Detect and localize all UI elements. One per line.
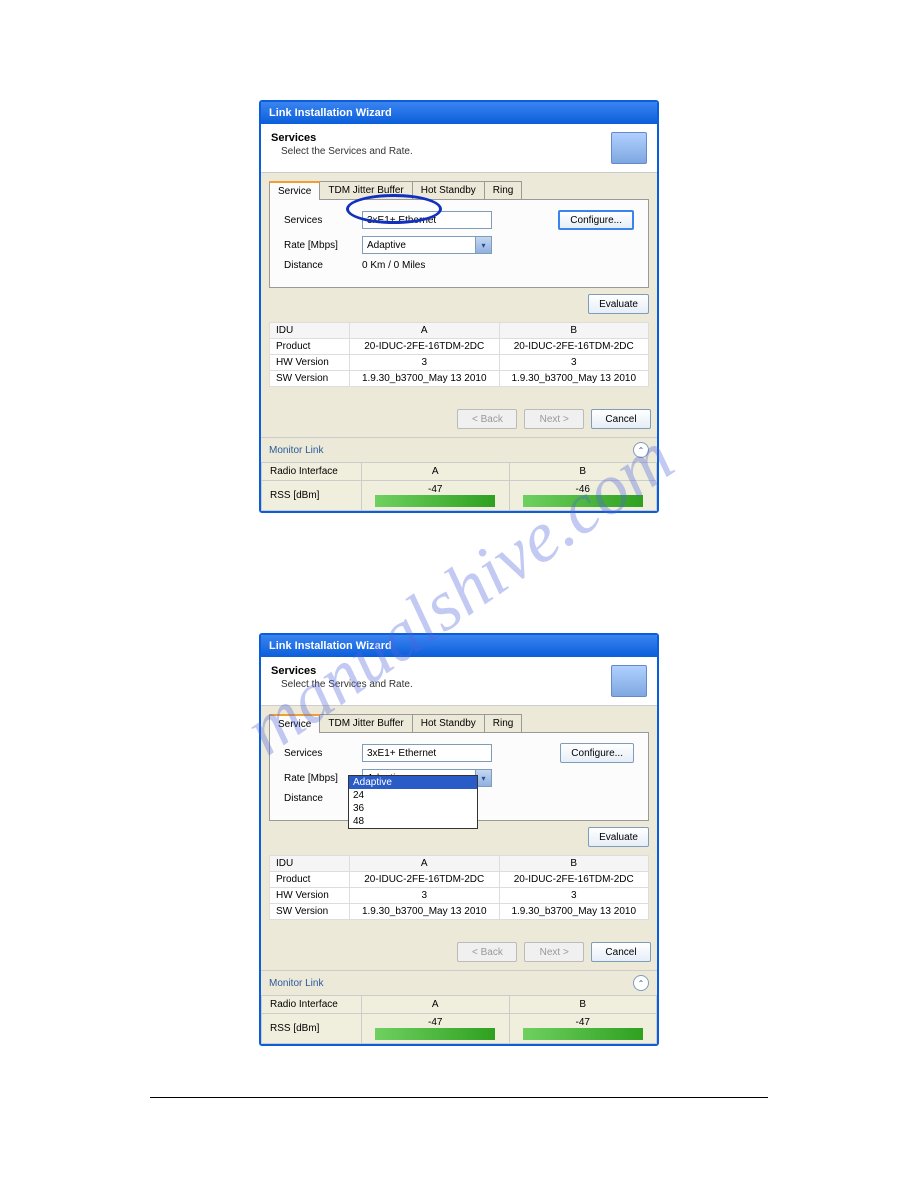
cancel-button[interactable]: Cancel xyxy=(591,942,651,962)
monitor-table: Radio Interface A B RSS [dBm] -47 -46 xyxy=(261,462,657,511)
rss-label: RSS [dBm] xyxy=(262,481,362,511)
monitor-link-title: Monitor Link xyxy=(269,445,323,456)
header-subtitle: Select the Services and Rate. xyxy=(271,679,611,690)
table-row: Product 20-IDUC-2FE-16TDM-2DC 20-IDUC-2F… xyxy=(270,339,649,355)
evaluate-button[interactable]: Evaluate xyxy=(588,294,649,314)
monitor-link-title: Monitor Link xyxy=(269,978,323,989)
collapse-icon[interactable]: ⌃ xyxy=(633,975,649,991)
table-header: IDU xyxy=(270,323,350,339)
table-row: Product 20-IDUC-2FE-16TDM-2DC 20-IDUC-2F… xyxy=(270,872,649,888)
rss-bar-a xyxy=(375,1028,495,1040)
tab-ring[interactable]: Ring xyxy=(484,714,523,733)
distance-label: Distance xyxy=(284,260,362,271)
idu-table: IDU A B Product 20-IDUC-2FE-16TDM-2DC 20… xyxy=(269,855,649,920)
next-button: Next > xyxy=(524,409,584,429)
tabs: Service TDM Jitter Buffer Hot Standby Ri… xyxy=(269,714,649,733)
radio-interface-label: Radio Interface xyxy=(262,463,362,481)
tab-service[interactable]: Service xyxy=(269,181,320,200)
radio-interface-label: Radio Interface xyxy=(262,996,362,1014)
monitor-icon xyxy=(611,132,647,164)
tab-ring[interactable]: Ring xyxy=(484,181,523,200)
back-button: < Back xyxy=(457,409,517,429)
table-row: HW Version 3 3 xyxy=(270,355,649,371)
table-row: HW Version 3 3 xyxy=(270,888,649,904)
rate-option[interactable]: 48 xyxy=(349,815,477,828)
chevron-down-icon: ▾ xyxy=(475,237,491,253)
rate-option[interactable]: 24 xyxy=(349,789,477,802)
idu-table: IDU A B Product 20-IDUC-2FE-16TDM-2DC 20… xyxy=(269,322,649,387)
header-title: Services xyxy=(271,132,611,144)
tab-tdm-jitter-buffer[interactable]: TDM Jitter Buffer xyxy=(319,181,412,200)
wizard-dialog-1: Link Installation Wizard Services Select… xyxy=(259,100,659,513)
table-header: B xyxy=(499,856,649,872)
rate-dropdown-list: Adaptive 24 36 48 xyxy=(348,775,478,829)
monitor-table: Radio Interface A B RSS [dBm] -47 -47 xyxy=(261,995,657,1044)
wizard-dialog-2: Link Installation Wizard Services Select… xyxy=(259,633,659,1046)
table-row: SW Version 1.9.30_b3700_May 13 2010 1.9.… xyxy=(270,904,649,920)
configure-button[interactable]: Configure... xyxy=(560,743,634,763)
rss-label: RSS [dBm] xyxy=(262,1014,362,1044)
services-field[interactable] xyxy=(362,211,492,229)
table-header: IDU xyxy=(270,856,350,872)
rate-option[interactable]: 36 xyxy=(349,802,477,815)
header-subtitle: Select the Services and Rate. xyxy=(271,146,611,157)
table-header: B xyxy=(499,323,649,339)
rate-option[interactable]: Adaptive xyxy=(349,776,477,789)
rss-bar-b xyxy=(523,495,643,507)
rate-value: Adaptive xyxy=(367,240,406,251)
tabs: Service TDM Jitter Buffer Hot Standby Ri… xyxy=(269,181,649,200)
next-button: Next > xyxy=(524,942,584,962)
evaluate-button[interactable]: Evaluate xyxy=(588,827,649,847)
table-header: A xyxy=(350,856,500,872)
rate-dropdown[interactable]: Adaptive ▾ xyxy=(362,236,492,254)
configure-button[interactable]: Configure... xyxy=(558,210,634,230)
rate-label: Rate [Mbps] xyxy=(284,240,362,251)
rss-bar-b xyxy=(523,1028,643,1040)
tab-hot-standby[interactable]: Hot Standby xyxy=(412,714,485,733)
titlebar: Link Installation Wizard xyxy=(261,102,657,124)
services-field[interactable] xyxy=(362,744,492,762)
table-header: A xyxy=(350,323,500,339)
header-panel: Services Select the Services and Rate. xyxy=(261,657,657,706)
tab-hot-standby[interactable]: Hot Standby xyxy=(412,181,485,200)
back-button: < Back xyxy=(457,942,517,962)
services-label: Services xyxy=(284,748,362,759)
header-title: Services xyxy=(271,665,611,677)
monitor-icon xyxy=(611,665,647,697)
distance-value: 0 Km / 0 Miles xyxy=(362,260,425,271)
services-label: Services xyxy=(284,215,362,226)
tab-service[interactable]: Service xyxy=(269,714,320,733)
collapse-icon[interactable]: ⌃ xyxy=(633,442,649,458)
table-row: SW Version 1.9.30_b3700_May 13 2010 1.9.… xyxy=(270,371,649,387)
cancel-button[interactable]: Cancel xyxy=(591,409,651,429)
tab-tdm-jitter-buffer[interactable]: TDM Jitter Buffer xyxy=(319,714,412,733)
rss-bar-a xyxy=(375,495,495,507)
header-panel: Services Select the Services and Rate. xyxy=(261,124,657,173)
page-footer-line xyxy=(150,1097,768,1098)
titlebar: Link Installation Wizard xyxy=(261,635,657,657)
